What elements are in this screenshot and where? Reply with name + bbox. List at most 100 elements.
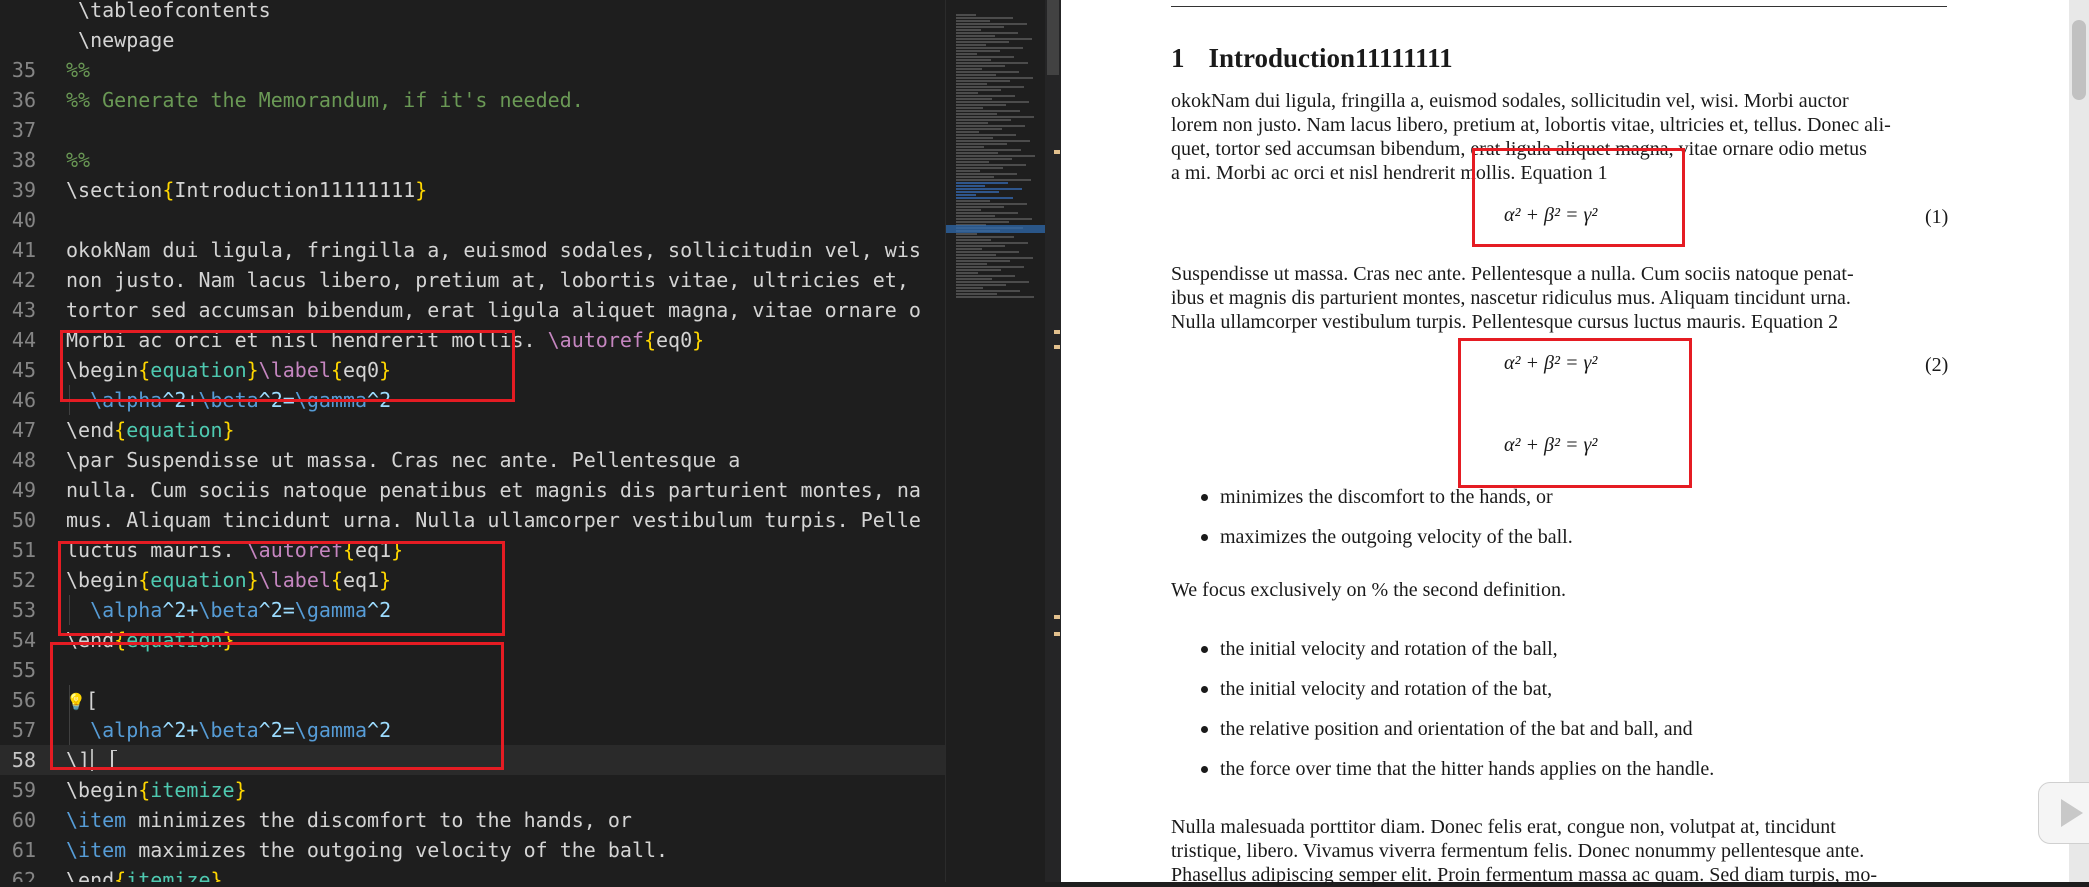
minimap-line <box>956 293 997 295</box>
bullet-item: maximizes the outgoing velocity of the b… <box>1220 526 1573 548</box>
minimap-viewport[interactable] <box>946 225 1046 233</box>
minimap-line <box>956 80 1010 82</box>
line-number: 42 <box>11 268 36 292</box>
minimap-line <box>956 236 1014 238</box>
minimap-line <box>956 272 978 274</box>
code-token: { <box>643 328 657 352</box>
pdf-scroll-thumb[interactable] <box>2072 20 2086 100</box>
minimap-line <box>956 140 1030 142</box>
code-line[interactable]: 41 okokNam dui ligula, fringilla a, euism… <box>0 235 945 265</box>
code-line[interactable]: 49 nulla. Cum sociis natoque penatibus et… <box>0 475 945 505</box>
minimap-line <box>956 62 1028 64</box>
line-number: 38 <box>11 148 36 172</box>
code-text[interactable]: nulla. Cum sociis natoque penatibus et m… <box>66 475 921 505</box>
minimap-line <box>956 182 1008 184</box>
line-number: 54 <box>11 628 36 652</box>
minimap-line <box>956 245 1005 247</box>
code-token: %% <box>66 148 91 172</box>
minimap-line <box>956 98 992 100</box>
minimap-line <box>956 212 1018 214</box>
code-text[interactable]: okokNam dui ligula, fringilla a, euismod… <box>66 235 921 265</box>
highlight-box-editor-3 <box>50 642 504 770</box>
code-line[interactable]: 37 <box>0 115 945 145</box>
code-text[interactable]: \end{equation} <box>66 415 235 445</box>
code-line[interactable]: 47 \end{equation} <box>0 415 945 445</box>
code-line[interactable]: 48 \par Suspendisse ut massa. Cras nec an… <box>0 445 945 475</box>
code-text[interactable]: %% <box>66 145 90 175</box>
code-text[interactable]: \item minimizes the discomfort to the ha… <box>66 805 632 835</box>
code-token: %% <box>66 58 91 82</box>
code-line[interactable]: 42 non justo. Nam lacus libero, pretium a… <box>0 265 945 295</box>
minimap-line <box>956 197 1013 199</box>
code-text[interactable]: mus. Aliquam tincidunt urna. Nulla ullam… <box>66 505 921 535</box>
code-text[interactable]: tortor sed accumsan bibendum, erat ligul… <box>66 295 921 325</box>
code-line[interactable]: 40 <box>0 205 945 235</box>
line-number: 46 <box>11 388 36 412</box>
bullet-dot <box>1201 494 1208 501</box>
minimap-line <box>956 14 976 16</box>
bullet-item: minimizes the discomfort to the hands, o… <box>1220 486 1553 508</box>
bullet-item: the relative position and orientation of… <box>1220 718 1693 740</box>
code-line[interactable]: 39 \section{Introduction11111111} <box>0 175 945 205</box>
code-text[interactable]: non justo. Nam lacus libero, pretium at,… <box>66 265 909 295</box>
minimap-line <box>956 53 977 55</box>
line-number: 57 <box>11 718 36 742</box>
bullet-dot <box>1201 726 1208 733</box>
code-token: \item <box>66 838 127 862</box>
text-line: Nulla ullamcorper vestibulum turpis. Pel… <box>1171 311 1839 333</box>
minimap-line <box>956 122 988 124</box>
text-line: Suspendisse ut massa. Cras nec ante. Pel… <box>1171 263 1854 285</box>
code-text[interactable]: %% Generate the Memorandum, if it's need… <box>66 85 584 115</box>
editor-scroll-thumb[interactable] <box>1047 0 1059 75</box>
code-token: \tableofcontents <box>66 0 271 22</box>
code-line[interactable]: 62 \end{itemize} <box>0 865 945 882</box>
minimap-line <box>956 128 1002 130</box>
play-button[interactable] <box>2038 782 2089 844</box>
code-editor[interactable]: \tableofcontents \newpage 35%% 36 %% Genera… <box>0 0 945 882</box>
code-text[interactable]: \tableofcontents <box>66 0 271 25</box>
code-text[interactable]: \section{Introduction11111111} <box>66 175 427 205</box>
editor-scrollbar[interactable] <box>1045 0 1061 882</box>
minimap-line <box>956 104 1006 106</box>
code-text[interactable]: \end{itemize} <box>66 865 223 882</box>
code-line[interactable]: 61 \item maximizes the outgoing velocity … <box>0 835 945 865</box>
minimap-line <box>956 59 991 61</box>
minimap-line <box>956 281 1029 283</box>
minimap-line <box>956 194 976 196</box>
minimap-line <box>956 152 998 154</box>
minimap-line <box>956 176 994 178</box>
code-text[interactable]: \newpage <box>66 25 174 55</box>
code-token: } <box>222 418 235 442</box>
code-token: } <box>692 328 705 352</box>
code-text[interactable]: \par Suspendisse ut massa. Cras nec ante… <box>66 445 740 475</box>
minimap-line <box>956 290 1020 292</box>
code-text[interactable]: \item maximizes the outgoing velocity of… <box>66 835 668 865</box>
code-line[interactable]: 43 tortor sed accumsan bibendum, erat lig… <box>0 295 945 325</box>
code-line[interactable]: \newpage <box>0 25 945 55</box>
line-number: 55 <box>11 658 36 682</box>
code-token: equation <box>126 418 223 442</box>
code-line[interactable]: 50 mus. Aliquam tincidunt urna. Nulla ull… <box>0 505 945 535</box>
minimap-line <box>956 119 1011 121</box>
text-line: okokNam dui ligula, fringilla a, euismod… <box>1171 90 1849 112</box>
code-line[interactable]: \tableofcontents <box>0 0 945 25</box>
minimap-line <box>956 296 1034 298</box>
code-line[interactable]: 36 %% Generate the Memorandum, if it's ne… <box>0 85 945 115</box>
code-token: non justo. Nam lacus libero, pretium at,… <box>66 268 909 292</box>
code-line[interactable]: 59 \begin{itemize} <box>0 775 945 805</box>
line-number: 37 <box>11 118 36 142</box>
code-token: { <box>138 778 151 802</box>
minimap-line <box>956 71 1019 73</box>
minimap-line <box>956 185 985 187</box>
line-number: 52 <box>11 568 36 592</box>
code-line[interactable]: 35%% <box>0 55 945 85</box>
code-line[interactable]: 38%% <box>0 145 945 175</box>
code-text[interactable]: %% <box>66 55 90 85</box>
pdf-page[interactable]: 1 Introduction11111111 okokNam dui ligula… <box>1061 0 2069 886</box>
minimap-line <box>956 149 1021 151</box>
code-text[interactable]: \begin{itemize} <box>66 775 247 805</box>
code-token: } <box>210 868 223 882</box>
code-line[interactable]: 60 \item minimizes the discomfort to the … <box>0 805 945 835</box>
pdf-scrollbar[interactable] <box>2069 0 2089 882</box>
scrollbar-marker <box>1054 330 1060 334</box>
